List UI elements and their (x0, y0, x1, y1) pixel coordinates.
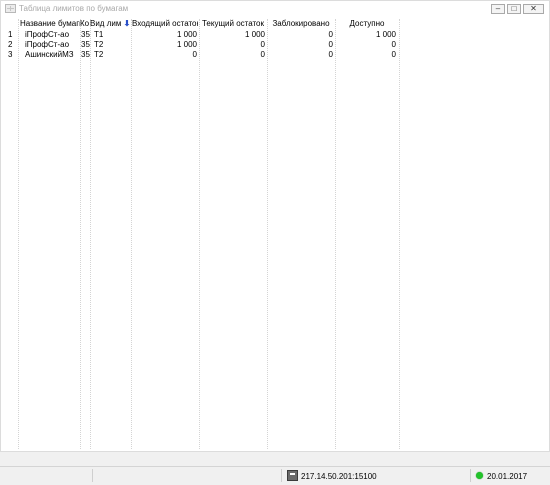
column-header-code[interactable]: Ко (80, 19, 90, 29)
column-header-limit-type[interactable]: Вид лим ⬇ (90, 19, 131, 29)
cell-incoming: 1 000 (176, 40, 197, 49)
limits-window: Таблица лимитов по бумагам – □ ✕ Названи… (0, 0, 550, 452)
row-number: 2 (8, 40, 13, 49)
column-header-current[interactable]: Текущий остаток (200, 19, 266, 29)
cell-name: АшинскийМЗ (25, 50, 74, 59)
maximize-button[interactable]: □ (507, 4, 521, 14)
cell-incoming: 0 (192, 50, 197, 59)
window-titlebar[interactable]: Таблица лимитов по бумагам – □ ✕ (1, 1, 549, 16)
status-separator (92, 469, 93, 482)
cell-current: 1 000 (244, 30, 265, 39)
sort-down-icon: ⬇ (123, 19, 131, 28)
status-separator (281, 469, 282, 482)
cell-name: iПрофСт-ао (25, 40, 70, 49)
window-title: Таблица лимитов по бумагам (19, 4, 129, 13)
column-divider (80, 19, 81, 449)
row-number: 1 (8, 30, 13, 39)
cell-blocked: 0 (328, 50, 333, 59)
cell-current: 0 (260, 40, 265, 49)
server-address: 217.14.50.201:15100 (301, 472, 377, 481)
close-button[interactable]: ✕ (523, 4, 544, 14)
session-date: 20.01.2017 (487, 472, 528, 481)
column-divider (267, 19, 268, 449)
column-header-blocked[interactable]: Заблокировано (268, 19, 334, 29)
cell-code: 35. (81, 50, 90, 59)
column-divider (131, 19, 132, 449)
minimize-button[interactable]: – (491, 4, 505, 14)
cell-available: 0 (391, 50, 396, 59)
cell-limit-type: T1 (94, 30, 104, 39)
row-number: 3 (8, 50, 13, 59)
column-divider (18, 19, 19, 449)
column-divider (199, 19, 200, 449)
cell-name: iПрофСт-ао (25, 30, 70, 39)
cell-incoming: 1 000 (176, 30, 197, 39)
column-divider (399, 19, 400, 449)
cell-blocked: 0 (328, 40, 333, 49)
cell-current: 0 (260, 50, 265, 59)
cell-available: 0 (391, 40, 396, 49)
column-divider (90, 19, 91, 449)
column-header-name[interactable]: Название бумаги (20, 19, 80, 29)
window-controls: – □ ✕ (491, 4, 544, 14)
limits-table: Название бумаги Ко Вид лим ⬇ Входящий ос… (6, 19, 401, 449)
column-header-limit-type-label: Вид лим (90, 19, 122, 28)
connection-status-icon (476, 472, 483, 479)
cell-code: 35. (81, 40, 90, 49)
column-divider (335, 19, 336, 449)
cell-limit-type: T2 (94, 40, 104, 49)
column-header-incoming[interactable]: Входящий остаток (132, 19, 198, 29)
table-icon (5, 4, 16, 13)
cell-limit-type: T2 (94, 50, 104, 59)
cell-available: 1 000 (375, 30, 396, 39)
status-bar: 217.14.50.201:15100 20.01.2017 (0, 466, 550, 485)
server-connection-icon (287, 470, 298, 481)
status-separator (470, 469, 471, 482)
cell-blocked: 0 (328, 30, 333, 39)
cell-code: 35. (81, 30, 90, 39)
column-header-available[interactable]: Доступно (336, 19, 398, 29)
